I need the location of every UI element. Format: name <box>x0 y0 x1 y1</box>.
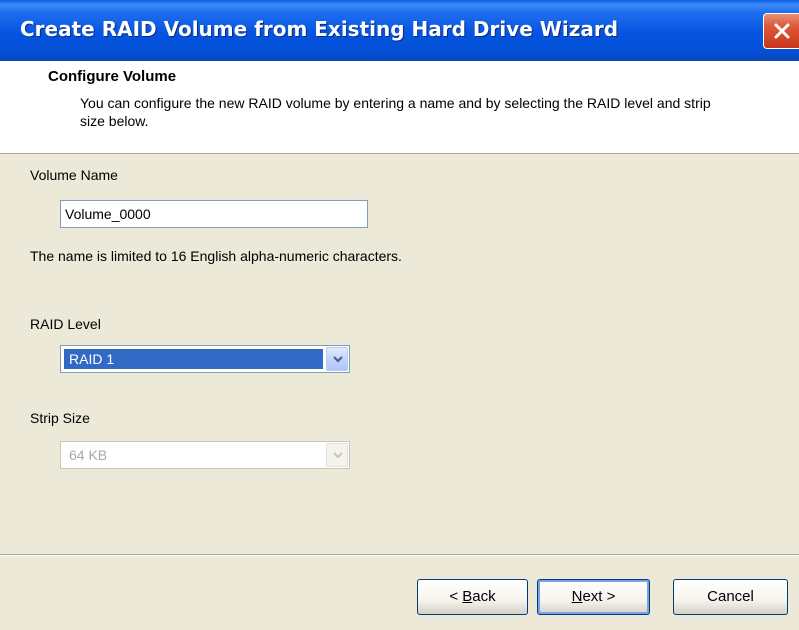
next-button[interactable]: Next > <box>537 579 650 615</box>
volume-name-hint: The name is limited to 16 English alpha-… <box>30 248 402 264</box>
back-button-rest: ack <box>472 588 496 605</box>
close-icon <box>774 23 790 39</box>
strip-size-value: 64 KB <box>69 447 108 463</box>
raid-level-value: RAID 1 <box>64 349 323 369</box>
strip-size-dropdown-button <box>326 443 348 467</box>
strip-size-label: Strip Size <box>30 410 90 426</box>
back-button[interactable]: < Back <box>417 579 528 615</box>
raid-level-dropdown-button[interactable] <box>326 347 348 371</box>
close-button[interactable] <box>763 13 799 49</box>
strip-size-select: 64 KB <box>60 441 350 469</box>
volume-name-input[interactable] <box>60 200 368 228</box>
next-button-rest: ext > <box>582 588 616 605</box>
chevron-down-icon <box>333 452 343 459</box>
cancel-button[interactable]: Cancel <box>673 579 788 615</box>
next-button-mnemonic: N <box>571 588 583 605</box>
volume-name-label: Volume Name <box>30 167 118 183</box>
title-bar[interactable]: Create RAID Volume from Existing Hard Dr… <box>0 0 799 61</box>
page-description: You can configure the new RAID volume by… <box>80 95 711 129</box>
header-panel: Configure Volume You can configure the n… <box>0 61 799 154</box>
wizard-window: Create RAID Volume from Existing Hard Dr… <box>0 0 799 630</box>
back-button-mnemonic: B <box>462 588 473 605</box>
page-title: Configure Volume <box>48 68 177 85</box>
window-title: Create RAID Volume from Existing Hard Dr… <box>20 17 619 41</box>
raid-level-label: RAID Level <box>30 316 101 332</box>
raid-level-select[interactable]: RAID 1 <box>60 345 350 373</box>
chevron-down-icon <box>333 356 343 363</box>
back-button-prefix: < <box>449 588 463 605</box>
footer-divider <box>0 554 799 556</box>
